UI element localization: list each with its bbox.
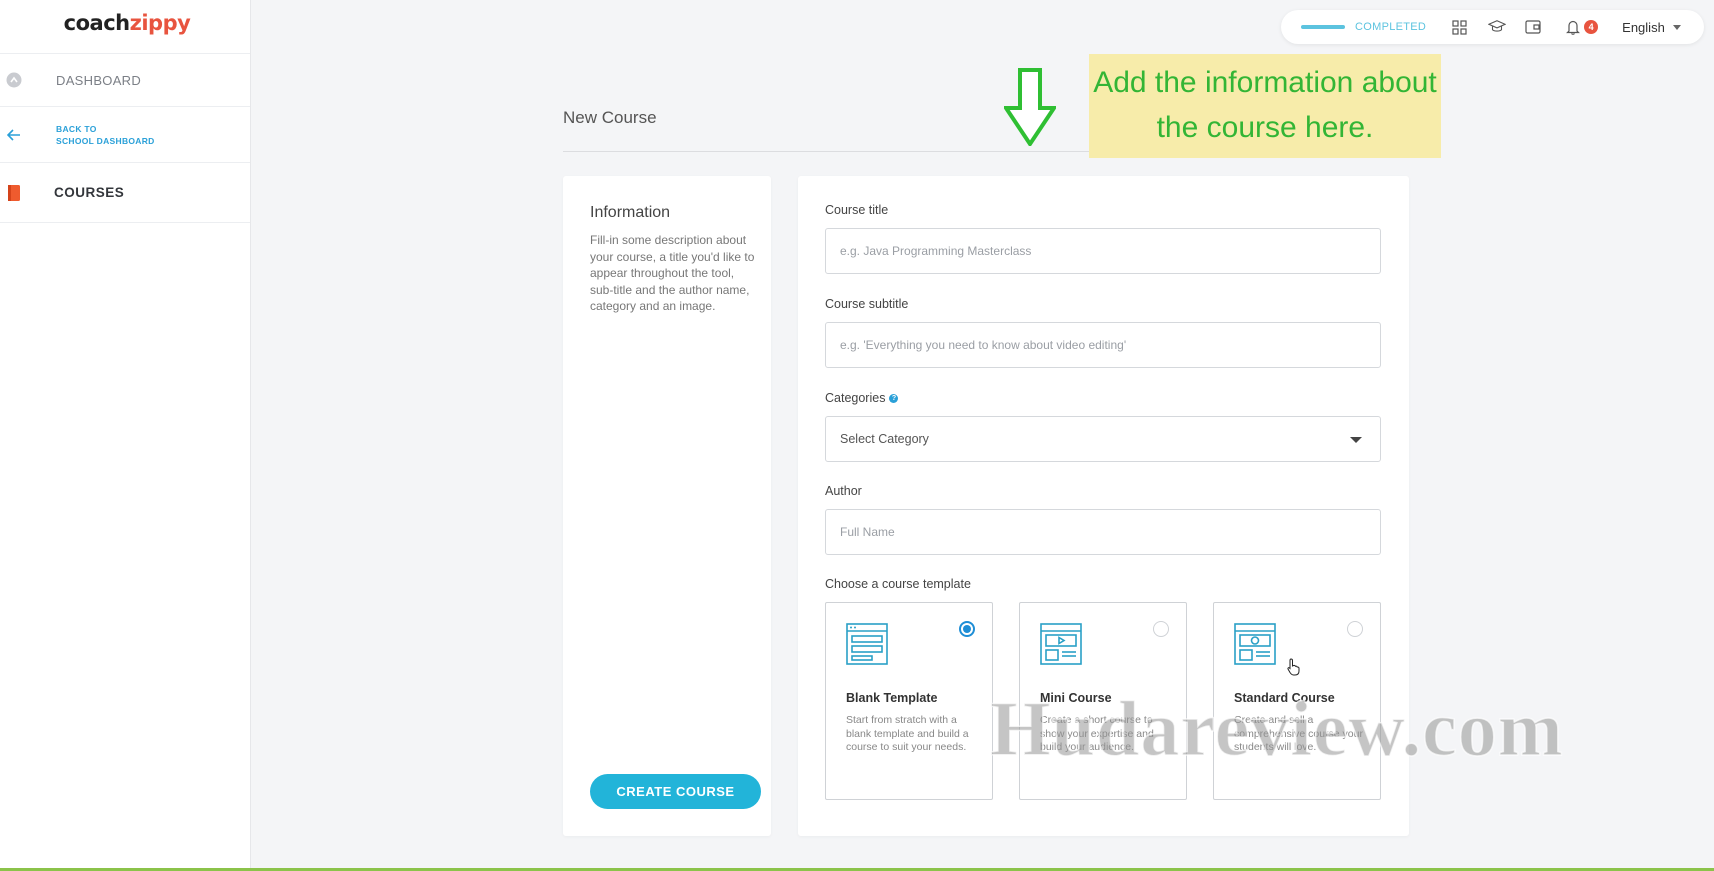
- info-description: Fill-in some description about your cour…: [590, 233, 755, 313]
- author-input[interactable]: [825, 509, 1381, 555]
- template-standard-radio[interactable]: [1347, 621, 1363, 637]
- categories-select[interactable]: Select Category: [825, 416, 1381, 462]
- progress-label: COMPLETED: [1355, 21, 1427, 33]
- chevron-down-icon: [1672, 24, 1681, 30]
- course-subtitle-label: Course subtitle: [825, 297, 909, 311]
- notification-badge: 4: [1584, 20, 1599, 34]
- mini-course-icon: [1040, 623, 1082, 670]
- course-title-input[interactable]: [825, 228, 1381, 274]
- logo[interactable]: coachzippy: [0, 0, 250, 54]
- hand-cursor-icon: [1287, 658, 1301, 681]
- logo-text: coachzippy: [63, 10, 191, 35]
- sidebar-item-dashboard[interactable]: DASHBOARD: [0, 54, 250, 107]
- top-bar: COMPLETED 4 English: [1281, 10, 1704, 44]
- annotation-callout: Add the information about the course her…: [1089, 54, 1441, 158]
- sidebar-item-label: COURSES: [54, 185, 125, 200]
- book-icon: [6, 184, 22, 201]
- page-title: New Course: [563, 108, 657, 127]
- watermark: Hudareview.com: [989, 684, 1564, 773]
- progress-bar: [1301, 25, 1345, 29]
- template-label: Choose a course template: [825, 577, 971, 591]
- author-label: Author: [825, 484, 862, 498]
- grid-icon[interactable]: [1450, 18, 1468, 36]
- course-subtitle-input[interactable]: [825, 322, 1381, 368]
- sidebar-item-courses[interactable]: COURSES: [0, 163, 250, 223]
- sidebar-item-label: DASHBOARD: [56, 72, 142, 88]
- dashboard-icon: [6, 72, 22, 88]
- graduation-cap-icon[interactable]: [1488, 18, 1507, 36]
- info-panel: Information Fill-in some description abo…: [563, 176, 771, 836]
- template-blank-radio[interactable]: [959, 621, 975, 637]
- standard-course-icon: [1234, 623, 1276, 670]
- sidebar: coachzippy DASHBOARD BACK TO SCHOOL DASH…: [0, 0, 251, 871]
- create-course-button[interactable]: CREATE COURSE: [590, 774, 761, 809]
- sidebar-item-back-to-school-dashboard[interactable]: BACK TO SCHOOL DASHBOARD: [0, 107, 250, 163]
- template-description: Start from stratch with a blank template…: [846, 714, 969, 753]
- chevron-down-icon: [1350, 437, 1362, 443]
- blank-template-icon: [846, 623, 888, 670]
- wallet-icon[interactable]: [1524, 18, 1542, 36]
- arrow-left-icon: [6, 127, 22, 143]
- template-mini-radio[interactable]: [1153, 621, 1169, 637]
- course-title-label: Course title: [825, 203, 889, 217]
- template-blank[interactable]: Blank Template Start from stratch with a…: [825, 602, 993, 800]
- arrow-down-icon: [1002, 68, 1058, 151]
- help-icon[interactable]: ?: [889, 394, 899, 404]
- info-title: Information: [590, 204, 671, 221]
- language-select[interactable]: English: [1622, 20, 1681, 35]
- categories-selected: Select Category: [840, 432, 929, 446]
- categories-label: Categories: [825, 391, 886, 405]
- template-name: Blank Template: [846, 691, 938, 705]
- notifications[interactable]: 4: [1564, 18, 1599, 36]
- categories-label-row: Categories?: [825, 391, 899, 405]
- sidebar-item-label: BACK TO SCHOOL DASHBOARD: [56, 123, 155, 146]
- language-label: English: [1622, 19, 1665, 35]
- bell-icon: [1564, 18, 1582, 36]
